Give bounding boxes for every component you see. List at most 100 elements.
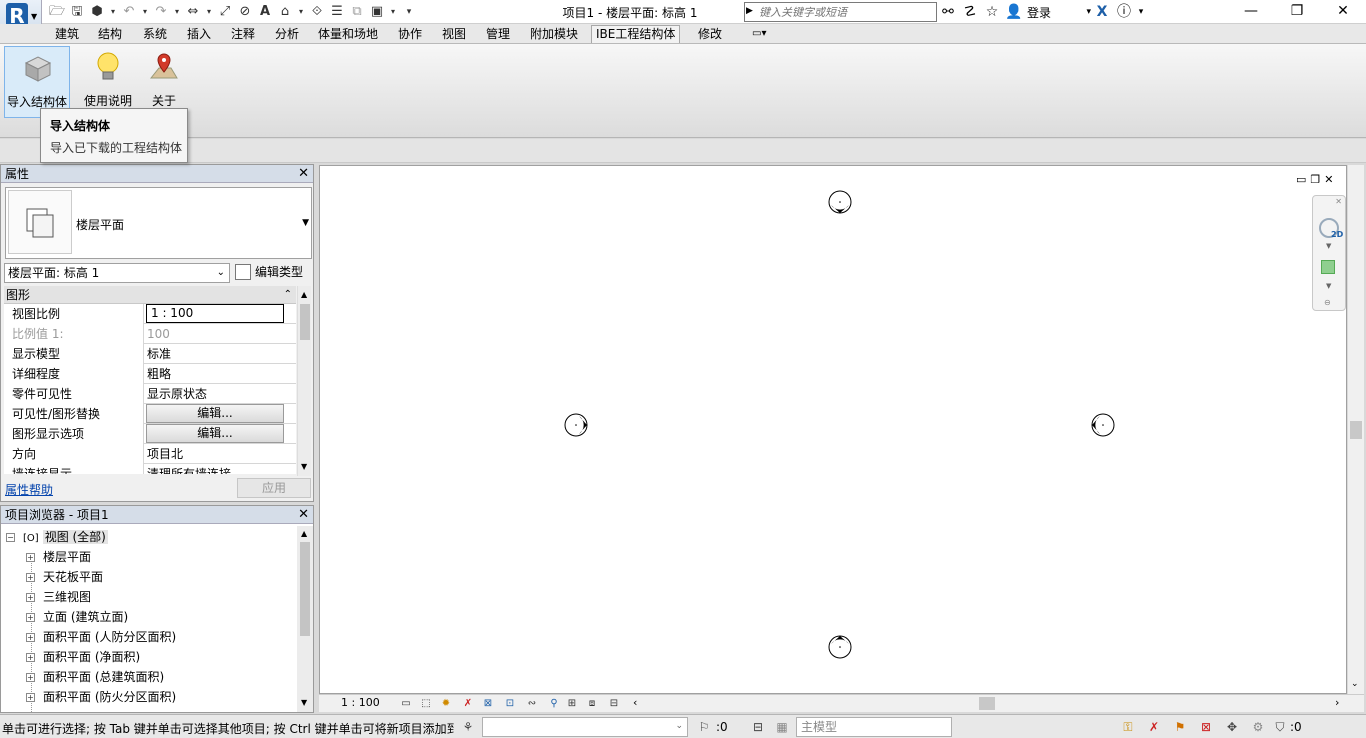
tab-massing-site[interactable]: 体量和场地: [318, 26, 378, 44]
canvas-vertical-scrollbar[interactable]: ⌄: [1348, 165, 1364, 694]
tab-insert[interactable]: 插入: [187, 26, 211, 44]
design-options-icon[interactable]: ⊟: [750, 719, 766, 735]
tree-root[interactable]: − [O] 视图 (全部): [6, 527, 108, 547]
section-icon[interactable]: ⟐: [308, 3, 326, 21]
scroll-thumb[interactable]: [300, 304, 310, 340]
expand-icon[interactable]: +: [26, 553, 35, 562]
show-constraints-icon[interactable]: ⊟: [607, 697, 621, 710]
visibility-edit-button[interactable]: 编辑...: [146, 404, 284, 423]
tree-item[interactable]: + 面积平面 (人防分区面积): [26, 627, 176, 647]
tab-analyze[interactable]: 分析: [275, 26, 299, 44]
show-crop-region-icon[interactable]: ⊡: [503, 697, 517, 710]
subscription-icon[interactable]: ☡: [959, 2, 981, 22]
chevron-down-icon[interactable]: ▾: [1051, 2, 1091, 22]
property-value[interactable]: 项目北: [145, 444, 285, 464]
close-button[interactable]: ✕: [1320, 0, 1366, 24]
user-icon[interactable]: 👤: [1003, 2, 1025, 22]
drag-on-selection-icon[interactable]: ✥: [1224, 719, 1240, 735]
tab-ibe[interactable]: IBE工程结构体: [591, 25, 681, 43]
properties-help-link[interactable]: 属性帮助: [5, 481, 53, 498]
chevron-down-icon[interactable]: ▾: [1135, 2, 1147, 22]
restore-button[interactable]: ❐: [1274, 0, 1320, 24]
graphic-display-edit-button[interactable]: 编辑...: [146, 424, 284, 443]
expand-arrow-icon[interactable]: ▶: [746, 6, 753, 16]
sun-path-icon[interactable]: ✹: [439, 697, 453, 710]
save-icon[interactable]: 🖫: [68, 3, 86, 21]
chevron-down-icon[interactable]: ▾: [172, 3, 182, 21]
tree-item[interactable]: + 天花板平面: [26, 567, 103, 587]
property-value[interactable]: 标准: [145, 344, 285, 364]
scroll-down-icon[interactable]: ▼: [301, 698, 307, 707]
binoculars-icon[interactable]: ⚯: [937, 2, 959, 22]
tree-item[interactable]: + 面积平面 (净面积): [26, 647, 140, 667]
scroll-thumb[interactable]: [300, 542, 310, 636]
elevation-marker-north[interactable]: [828, 190, 852, 214]
editing-requests-icon[interactable]: ▦: [774, 719, 790, 735]
expand-icon[interactable]: +: [26, 613, 35, 622]
view-scale-input[interactable]: 1 : 100: [146, 304, 284, 323]
temporary-hide-icon[interactable]: ⚲: [547, 697, 561, 710]
shadows-icon[interactable]: ✗: [461, 697, 475, 710]
design-option-select[interactable]: 主模型: [796, 717, 952, 737]
tab-structure[interactable]: 结构: [98, 26, 122, 44]
collapse-icon[interactable]: ⌃: [284, 286, 292, 304]
sync-icon[interactable]: ⬢: [88, 3, 106, 21]
tree-item[interactable]: + 面积平面 (总建筑面积): [26, 667, 164, 687]
redo-icon[interactable]: ↷: [152, 3, 170, 21]
view-scale-button[interactable]: 1 : 100: [341, 696, 380, 709]
restore-view-icon[interactable]: ❐: [1310, 173, 1320, 186]
unlocked-3d-icon[interactable]: ∾: [525, 697, 539, 710]
tree-item[interactable]: + 三维视图: [26, 587, 91, 607]
scroll-up-icon[interactable]: ▲: [301, 290, 307, 299]
tree-item[interactable]: + 立面 (建筑立面): [26, 607, 128, 627]
elevation-marker-south[interactable]: [828, 635, 852, 659]
minimize-button[interactable]: —: [1228, 0, 1274, 24]
scroll-down-icon[interactable]: ▼: [301, 462, 307, 471]
properties-scrollbar[interactable]: ▲ ▼: [297, 286, 311, 476]
switch-windows-icon[interactable]: ▣: [368, 3, 386, 21]
selection-filter-icon[interactable]: ⚐: [696, 719, 712, 735]
scroll-right-icon[interactable]: ›: [1335, 696, 1339, 709]
chevron-down-icon[interactable]: ▾: [140, 3, 150, 21]
tab-add-ins[interactable]: 附加模块: [530, 26, 578, 44]
drawing-canvas[interactable]: [319, 165, 1347, 694]
property-value[interactable]: 清理所有墙连接: [145, 464, 285, 474]
undo-icon[interactable]: ↶: [120, 3, 138, 21]
customize-toolbar-icon[interactable]: ▾: [400, 3, 418, 21]
close-icon[interactable]: ✕: [1335, 197, 1342, 206]
login-link[interactable]: 登录: [1027, 4, 1051, 21]
search-input[interactable]: [744, 2, 937, 22]
elevation-marker-east[interactable]: [1091, 413, 1115, 437]
apply-button[interactable]: 应用: [237, 478, 311, 498]
tab-view[interactable]: 视图: [442, 26, 466, 44]
select-links-icon[interactable]: ⚿: [1120, 719, 1136, 735]
scroll-up-icon[interactable]: ▲: [301, 529, 307, 538]
help-icon[interactable]: ⓘ: [1113, 2, 1135, 22]
star-icon[interactable]: ☆: [981, 2, 1003, 22]
zoom-region-icon[interactable]: [1321, 260, 1335, 274]
crop-view-icon[interactable]: ⊠: [481, 697, 495, 710]
browser-scrollbar[interactable]: ▲ ▼: [297, 526, 313, 712]
expand-icon[interactable]: +: [26, 693, 35, 702]
expand-icon[interactable]: +: [26, 673, 35, 682]
tab-collaborate[interactable]: 协作: [398, 26, 422, 44]
worksets-icon[interactable]: ⚘: [460, 719, 476, 735]
chevron-down-icon[interactable]: ▾: [388, 3, 398, 21]
type-selector[interactable]: 楼层平面 ▼: [5, 187, 312, 259]
close-view-icon[interactable]: ✕: [1324, 173, 1333, 186]
select-underlay-icon[interactable]: ✗: [1146, 719, 1162, 735]
detail-level-icon[interactable]: ▭: [399, 697, 413, 710]
tab-manage[interactable]: 管理: [486, 26, 510, 44]
chevron-down-icon[interactable]: ▾: [204, 3, 214, 21]
close-icon[interactable]: ✕: [298, 506, 309, 524]
tree-item[interactable]: + 面积平面 (防火分区面积): [26, 687, 176, 707]
ribbon-display-toggle-icon[interactable]: ▭▾: [752, 26, 766, 44]
exchange-apps-icon[interactable]: X: [1091, 2, 1113, 22]
tab-annotate[interactable]: 注释: [231, 26, 255, 44]
tab-systems[interactable]: 系统: [143, 26, 167, 44]
horizontal-scroll-thumb[interactable]: [979, 697, 995, 710]
select-pinned-icon[interactable]: ⚑: [1172, 719, 1188, 735]
thin-lines-icon[interactable]: ☰: [328, 3, 346, 21]
measure-icon[interactable]: ⇔: [184, 3, 202, 21]
instance-filter-select[interactable]: 楼层平面: 标高 1 ⌄: [4, 263, 230, 283]
